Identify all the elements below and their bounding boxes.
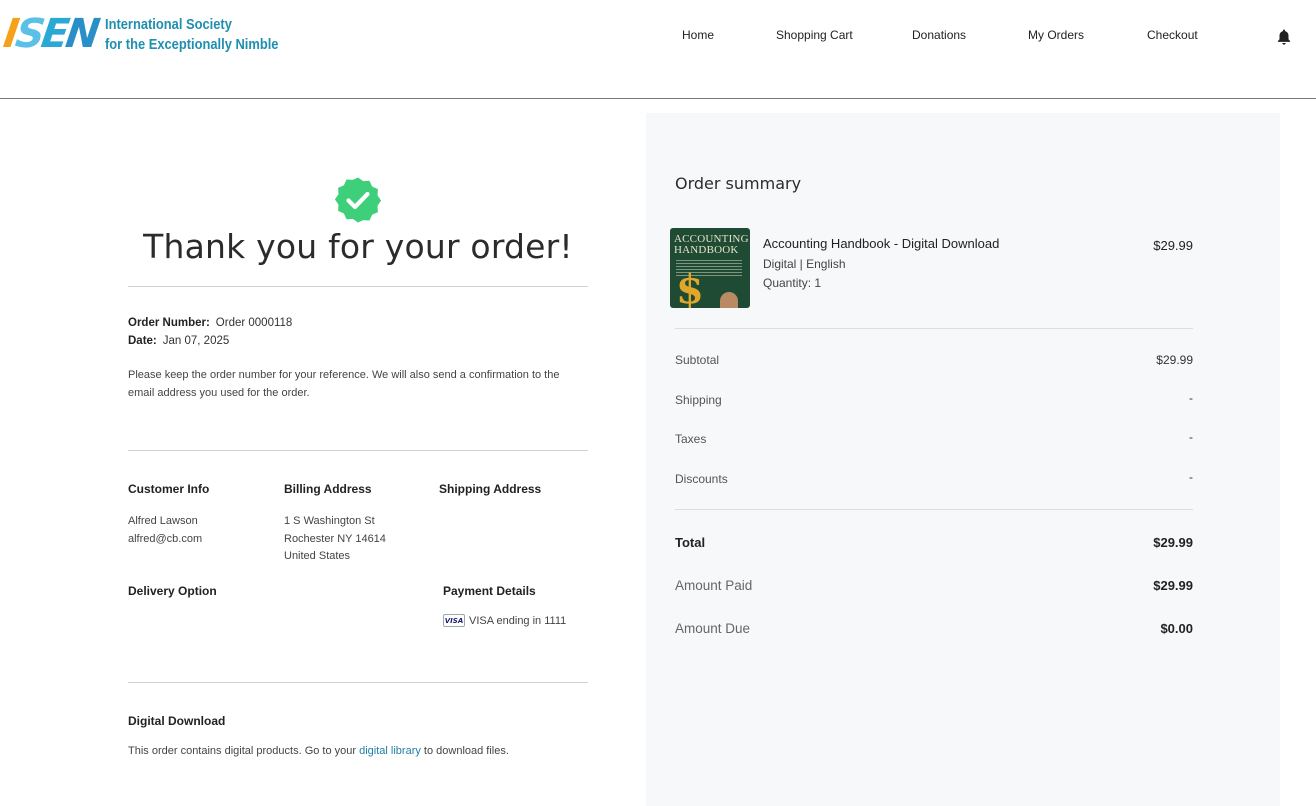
reference-note: Please keep the order number for your re… [128, 369, 560, 399]
order-number-label: Order Number: [128, 317, 210, 329]
nav-donations[interactable]: Donations [912, 28, 966, 42]
order-summary-title: Order summary [675, 174, 802, 193]
order-number-value: Order 0000118 [215, 317, 293, 329]
digital-download-title: Digital Download [128, 714, 226, 728]
amount-due-value: $0.00 [1160, 621, 1193, 636]
shipping-address-title: Shipping Address [439, 482, 542, 496]
billing-line3: United States [284, 550, 351, 562]
product-thumbnail[interactable]: ACCOUNTING HANDBOOK $ [670, 228, 750, 308]
amount-paid-label: Amount Paid [675, 578, 753, 593]
digital-text-before: This order contains digital products. Go… [128, 745, 360, 757]
subtotal-label: Subtotal [675, 353, 720, 367]
check-badge-icon [334, 177, 382, 223]
order-summary-panel: Order summary ACCOUNTING HANDBOOK $ Acco… [646, 113, 1280, 806]
taxes-value: - [1189, 430, 1193, 444]
visa-card-icon: VISA [443, 614, 465, 627]
payment-details-title: Payment Details [443, 584, 536, 598]
discounts-value: - [1189, 470, 1193, 484]
dollar-sign-graphic: $ [676, 266, 704, 309]
bell-icon[interactable] [1276, 28, 1292, 46]
amount-paid-value: $29.99 [1153, 578, 1193, 593]
order-date-label: Date: [128, 335, 157, 347]
product-name[interactable]: Accounting Handbook - Digital Download [763, 236, 999, 251]
total-value: $29.99 [1153, 535, 1193, 550]
customer-info-title: Customer Info [128, 482, 210, 496]
shipping-value: - [1189, 391, 1193, 405]
amount-due-label: Amount Due [675, 621, 751, 636]
total-label: Total [675, 535, 706, 550]
digital-text-after: to download files. [420, 745, 509, 757]
nav-home[interactable]: Home [682, 28, 714, 42]
product-price: $29.99 [1153, 238, 1193, 253]
discounts-label: Discounts [675, 472, 728, 486]
delivery-option-title: Delivery Option [128, 584, 217, 598]
billing-line2: Rochester NY 14614 [284, 533, 386, 545]
author-photo [720, 292, 738, 308]
divider [128, 286, 588, 287]
payment-card-text: VISA ending in 1111 [469, 614, 567, 627]
order-number: Order Number: Order 0000118 [128, 317, 292, 329]
site-header: ISEN International Society for the Excep… [0, 0, 1316, 99]
product-meta: Digital | English [763, 257, 846, 271]
digital-download-text: This order contains digital products. Go… [128, 745, 509, 757]
book-cover-title-line2: HANDBOOK [674, 244, 739, 256]
divider [128, 682, 588, 683]
nav-my-orders[interactable]: My Orders [1028, 28, 1084, 42]
payment-card: VISA VISA ending in 1111 [443, 614, 566, 627]
divider [675, 509, 1193, 510]
customer-email: alfred@cb.com [128, 533, 203, 545]
main-nav: Home Shopping Cart Donations My Orders C… [0, 28, 1316, 48]
shipping-label: Shipping [675, 393, 722, 407]
page-title: Thank you for your order! [143, 227, 573, 266]
book-cover-title: ACCOUNTING HANDBOOK [674, 234, 749, 256]
billing-address-title: Billing Address [284, 482, 372, 496]
nav-shopping-cart[interactable]: Shopping Cart [776, 28, 853, 42]
subtotal-value: $29.99 [1156, 353, 1193, 367]
order-date-value: Jan 07, 2025 [162, 335, 230, 347]
divider [128, 450, 588, 451]
taxes-label: Taxes [675, 432, 707, 446]
product-quantity: Quantity: 1 [763, 276, 822, 290]
billing-line1: 1 S Washington St [284, 515, 375, 527]
digital-library-link[interactable]: digital library [359, 745, 421, 757]
divider [675, 328, 1193, 329]
order-date: Date: Jan 07, 2025 [128, 335, 229, 347]
customer-name: Alfred Lawson [128, 515, 198, 527]
nav-checkout[interactable]: Checkout [1147, 28, 1198, 42]
